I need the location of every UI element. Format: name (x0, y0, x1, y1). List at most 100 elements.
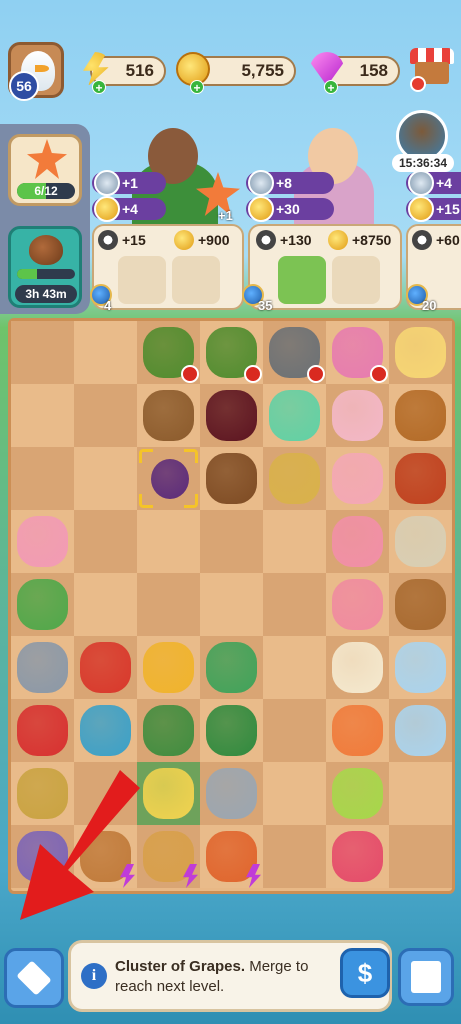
board-cell[interactable] (263, 573, 326, 636)
board-cell[interactable] (11, 636, 74, 699)
wine-press-icon[interactable] (206, 453, 257, 504)
board-cell[interactable] (389, 321, 452, 384)
player-avatar[interactable]: 56 (8, 42, 64, 101)
coins-counter[interactable]: + 5,755 (176, 52, 296, 95)
add-energy-icon[interactable]: + (92, 80, 106, 95)
tomatoes-icon[interactable] (80, 642, 131, 693)
ice-cream-scoops-icon[interactable] (332, 516, 383, 567)
board-cell[interactable] (137, 384, 200, 447)
board-cell[interactable] (200, 825, 263, 888)
board-cell[interactable] (389, 384, 452, 447)
board-cell[interactable] (389, 825, 452, 888)
ice-cream-sundae-icon[interactable] (332, 453, 383, 504)
board-cell[interactable] (74, 699, 137, 762)
board-cell[interactable] (326, 384, 389, 447)
roses-icon[interactable] (17, 516, 68, 567)
board-cell[interactable] (74, 447, 137, 510)
board-cell[interactable] (389, 636, 452, 699)
board-cell[interactable] (200, 573, 263, 636)
telescope-tripod-icon[interactable] (395, 390, 446, 441)
inventory-button[interactable] (4, 948, 64, 1008)
board-cell[interactable] (326, 636, 389, 699)
board-cell[interactable] (11, 699, 74, 762)
potted-plant-icon[interactable] (17, 579, 68, 630)
gardening-hat-icon[interactable] (206, 705, 257, 756)
sponge-icon[interactable] (269, 453, 320, 504)
board-cell[interactable] (326, 699, 389, 762)
ice-pop-pink-icon[interactable] (332, 831, 383, 882)
board-cell[interactable] (137, 321, 200, 384)
board-cell[interactable] (389, 510, 452, 573)
board-cell[interactable] (326, 762, 389, 825)
board-cell[interactable] (74, 573, 137, 636)
ice-pop-icon[interactable] (332, 705, 383, 756)
board-cell[interactable] (137, 447, 200, 510)
ship-in-bottle-icon[interactable] (395, 642, 446, 693)
board-cell[interactable] (200, 447, 263, 510)
board-cell[interactable] (389, 699, 452, 762)
mushroom-house-icon[interactable] (80, 705, 131, 756)
board-cell[interactable] (200, 510, 263, 573)
board-cell[interactable] (74, 510, 137, 573)
gems-counter[interactable]: + 158 (310, 52, 400, 95)
board-cell[interactable] (263, 321, 326, 384)
board-cell[interactable] (137, 636, 200, 699)
board-cell[interactable] (263, 447, 326, 510)
add-coins-icon[interactable]: + (190, 80, 204, 95)
info-icon[interactable]: i (81, 963, 107, 989)
board-cell[interactable] (263, 825, 326, 888)
ice-cream-cone-icon[interactable] (332, 579, 383, 630)
board-cell[interactable] (11, 510, 74, 573)
thimble-icon[interactable] (17, 642, 68, 693)
board-cell[interactable] (389, 573, 452, 636)
board-cell[interactable] (200, 636, 263, 699)
board-cell[interactable] (326, 825, 389, 888)
board-cell[interactable] (74, 636, 137, 699)
board-cell[interactable] (200, 762, 263, 825)
board-cell[interactable] (11, 447, 74, 510)
palm-pot-icon[interactable] (143, 705, 194, 756)
board-cell[interactable] (11, 384, 74, 447)
spyglass-icon[interactable] (395, 453, 446, 504)
board-cell[interactable] (263, 636, 326, 699)
board-cell[interactable] (326, 510, 389, 573)
order-card-3[interactable]: +4 +15 +60 20 (406, 120, 461, 320)
board-cell[interactable] (263, 510, 326, 573)
board-cell[interactable] (11, 573, 74, 636)
board-cell[interactable] (137, 510, 200, 573)
soft-serve-cone-icon[interactable] (332, 642, 383, 693)
compass-icon[interactable] (395, 516, 446, 567)
board-cell[interactable] (326, 447, 389, 510)
board-cell[interactable] (137, 573, 200, 636)
corn-icon[interactable] (143, 768, 194, 819)
shop-button[interactable] (410, 42, 454, 92)
scarf-icon[interactable] (17, 705, 68, 756)
board-cell[interactable] (263, 384, 326, 447)
board-cell[interactable] (200, 384, 263, 447)
flower-pot-icon[interactable] (206, 642, 257, 693)
wine-bottle-icon[interactable] (206, 390, 257, 441)
board-cell[interactable] (263, 699, 326, 762)
starfish-collection-card[interactable]: 6/12 (8, 134, 82, 206)
map-button[interactable] (398, 948, 454, 1006)
board-cell[interactable] (11, 321, 74, 384)
energy-counter[interactable]: + 516 (83, 52, 166, 95)
bottle-ship-icon[interactable] (395, 705, 446, 756)
board-cell[interactable] (137, 825, 200, 888)
board-cell[interactable] (200, 699, 263, 762)
soap-bottle-icon[interactable] (269, 390, 320, 441)
light-bulb-icon[interactable] (395, 327, 446, 378)
board-cell[interactable] (389, 762, 452, 825)
board-cell[interactable] (137, 762, 200, 825)
board-cell[interactable] (263, 762, 326, 825)
board-cell[interactable] (200, 321, 263, 384)
board-cell[interactable] (326, 321, 389, 384)
board-cell[interactable] (74, 321, 137, 384)
ice-cream-cup-icon[interactable] (332, 390, 383, 441)
grapes-icon[interactable] (151, 459, 189, 499)
board-cell[interactable] (326, 573, 389, 636)
board-cell[interactable] (137, 699, 200, 762)
board-cell[interactable] (389, 447, 452, 510)
trowel-icon[interactable] (206, 768, 257, 819)
sailing-ship-icon[interactable] (395, 579, 446, 630)
